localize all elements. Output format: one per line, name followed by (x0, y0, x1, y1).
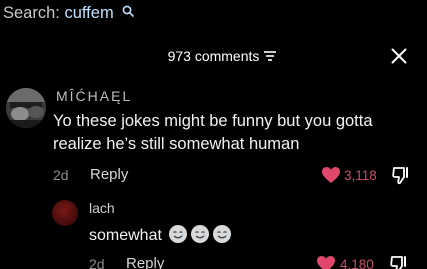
comment-text: somewhat (89, 224, 232, 245)
close-icon[interactable] (391, 48, 407, 64)
dislike-icon[interactable] (391, 165, 411, 185)
reply-button[interactable]: Reply (90, 166, 128, 183)
like-count: 4,180 (340, 257, 374, 269)
search-bar[interactable]: Search: cuffem (0, 0, 427, 30)
search-icon[interactable] (122, 5, 134, 17)
comments-header: 973 comments (0, 40, 427, 74)
heart-icon[interactable] (321, 166, 341, 184)
comment-item: MÎĆHAĘL Yo these jokes might be funny bu… (0, 86, 427, 190)
comment-username[interactable]: lach (89, 200, 115, 216)
comment-username[interactable]: MÎĆHAĘL (56, 88, 132, 104)
reply-comment-item: lach somewhat 2d Reply 4,180 (0, 196, 427, 269)
search-label: Search: cuffem (3, 4, 114, 22)
smiling-face-with-tear-icon (213, 225, 232, 243)
avatar[interactable] (52, 200, 78, 226)
smiling-face-with-tear-icon (191, 225, 210, 243)
reply-button[interactable]: Reply (126, 255, 164, 269)
avatar-image-icon (6, 88, 46, 128)
filter-icon[interactable] (263, 50, 277, 62)
avatar[interactable] (6, 88, 46, 128)
comment-time: 2d (89, 256, 105, 269)
comment-text-content: somewhat (89, 227, 162, 244)
dislike-icon[interactable] (389, 254, 409, 269)
comment-count: 973 comments (167, 48, 260, 64)
like-count: 3,118 (344, 168, 377, 183)
smiling-face-with-tear-icon (169, 225, 188, 243)
heart-icon[interactable] (316, 255, 336, 269)
comment-text: Yo these jokes might be funny but you go… (53, 112, 373, 153)
search-term: cuffem (64, 4, 114, 22)
comment-time: 2d (53, 167, 69, 183)
